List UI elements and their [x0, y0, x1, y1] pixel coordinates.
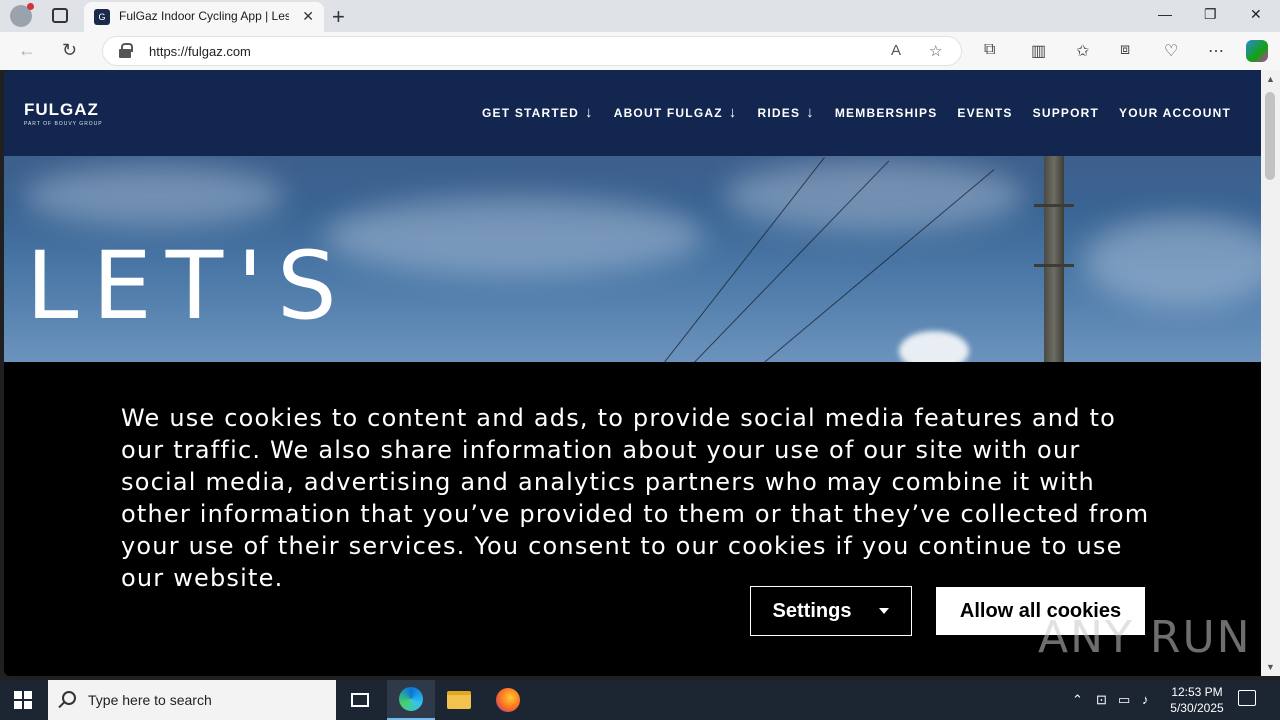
favorites-icon[interactable]: ✩: [1076, 41, 1089, 61]
profile-avatar-icon[interactable]: [10, 3, 34, 27]
scroll-up-icon[interactable]: ▲: [1266, 74, 1275, 84]
copilot-icon[interactable]: [1246, 40, 1268, 62]
nav-support[interactable]: SUPPORT: [1033, 104, 1099, 121]
browser-toolbar: ← ↻ https://fulgaz.com A ☆ ⧉ ▥ ✩ ⧈ ♡ ⋯: [0, 32, 1280, 70]
sky-cloud: [724, 161, 1024, 231]
nav-your-account[interactable]: YOUR ACCOUNT: [1119, 104, 1231, 121]
sky-cloud: [324, 196, 704, 276]
utility-pole: [1044, 156, 1064, 362]
system-clock[interactable]: 12:53 PM 5/30/2025: [1162, 684, 1232, 716]
page-viewport: FULGAZ PART OF BOUVY GROUP GET STARTED ↓ …: [4, 70, 1261, 676]
browser-essentials-icon[interactable]: ♡: [1164, 41, 1178, 61]
nav-events[interactable]: EVENTS: [957, 104, 1012, 121]
tray-chevron-icon[interactable]: ⌃: [1072, 692, 1083, 708]
arrow-down-icon: ↓: [585, 104, 594, 121]
browser-tab-bar: G FulGaz Indoor Cycling App | Less ✕ + —…: [0, 0, 1280, 32]
nav-label: SUPPORT: [1032, 105, 1100, 120]
hero-title: LET'S: [26, 232, 351, 341]
tab-title: FulGaz Indoor Cycling App | Less: [119, 9, 289, 23]
taskbar-file-explorer[interactable]: [435, 680, 483, 720]
favorite-star-icon[interactable]: ☆: [929, 42, 942, 60]
edge-icon: [399, 687, 423, 711]
restore-button[interactable]: ❐: [1204, 6, 1217, 23]
scroll-thumb[interactable]: [1265, 92, 1275, 180]
minimize-button[interactable]: —: [1158, 6, 1172, 22]
settings-label: Settings: [772, 599, 852, 622]
nav-about-fulgaz[interactable]: ABOUT FULGAZ ↓: [614, 104, 738, 121]
nav-label: EVENTS: [957, 105, 1013, 120]
network-icon[interactable]: ▭: [1118, 692, 1130, 708]
split-screen-icon[interactable]: ▥: [1031, 41, 1046, 61]
windows-start-icon[interactable]: [14, 691, 32, 709]
more-menu-icon[interactable]: ⋯: [1208, 41, 1224, 61]
folder-icon: [447, 691, 471, 709]
taskbar-firefox[interactable]: [484, 680, 532, 720]
clock-time: 12:53 PM: [1171, 685, 1223, 699]
browser-tab-active[interactable]: G FulGaz Indoor Cycling App | Less ✕: [84, 2, 324, 32]
back-icon[interactable]: ←: [18, 40, 36, 61]
fulgaz-logo[interactable]: FULGAZ PART OF BOUVY GROUP: [24, 100, 103, 127]
nav-label: MEMBERSHIPS: [834, 105, 938, 120]
url-text[interactable]: https://fulgaz.com: [149, 44, 251, 59]
nav-label: GET STARTED: [482, 105, 579, 120]
caret-down-icon: [879, 608, 890, 614]
nav-label: RIDES: [757, 105, 801, 120]
nav-rides[interactable]: RIDES ↓: [757, 104, 814, 121]
windows-taskbar: Type here to search ⌃ ⊡ ▭ ♪ 12:53 PM 5/3…: [0, 680, 1280, 720]
read-aloud-icon[interactable]: A: [891, 42, 901, 59]
hero-banner: LET'S: [4, 156, 1261, 362]
clock-date: 5/30/2025: [1170, 701, 1224, 715]
cookie-settings-button[interactable]: Settings: [750, 586, 912, 636]
anyrun-watermark: ANY RUN: [1038, 612, 1252, 663]
arrow-down-icon: ↓: [806, 104, 815, 121]
taskbar-search[interactable]: Type here to search: [48, 680, 336, 720]
sky-cloud: [899, 331, 969, 362]
task-view-icon: [351, 693, 369, 707]
scroll-down-icon[interactable]: ▼: [1266, 662, 1275, 672]
arrow-down-icon: ↓: [728, 104, 738, 121]
cookie-banner: We use cookies to content and ads, to pr…: [4, 362, 1261, 676]
firefox-icon: [496, 688, 520, 712]
main-nav: GET STARTED ↓ ABOUT FULGAZ ↓ RIDES ↓ MEMBER…: [482, 104, 1231, 121]
tray-device-icon[interactable]: ⊡: [1096, 692, 1107, 708]
collections-icon[interactable]: ⧈: [1120, 41, 1130, 59]
extensions-icon[interactable]: ⧉: [984, 41, 995, 59]
tab-close-icon[interactable]: ✕: [302, 8, 314, 25]
volume-icon[interactable]: ♪: [1142, 692, 1149, 707]
notification-icon[interactable]: [1238, 690, 1256, 706]
nav-get-started[interactable]: GET STARTED ↓: [482, 104, 594, 121]
logo-wordmark: FULGAZ: [24, 100, 99, 119]
pole-arm: [1034, 264, 1074, 267]
taskbar-edge[interactable]: [387, 680, 435, 720]
new-tab-button[interactable]: +: [332, 4, 345, 30]
search-icon: [62, 691, 76, 705]
search-placeholder: Type here to search: [88, 692, 212, 708]
pole-arm: [1034, 204, 1074, 207]
tab-actions-icon[interactable]: [52, 8, 68, 23]
task-view-button[interactable]: [336, 680, 384, 720]
page-scrollbar[interactable]: ▲ ▼: [1261, 70, 1280, 676]
sky-cloud: [24, 166, 284, 226]
nav-label: ABOUT FULGAZ: [613, 105, 723, 120]
refresh-icon[interactable]: ↻: [62, 40, 77, 61]
nav-label: YOUR ACCOUNT: [1119, 105, 1231, 120]
cookie-message: We use cookies to content and ads, to pr…: [121, 404, 1150, 592]
logo-tagline: PART OF BOUVY GROUP: [24, 121, 103, 127]
site-favicon-icon: G: [94, 9, 110, 25]
nav-memberships[interactable]: MEMBERSHIPS: [835, 104, 938, 121]
site-header: FULGAZ PART OF BOUVY GROUP GET STARTED ↓ …: [4, 70, 1261, 156]
sky-cloud: [1084, 216, 1261, 306]
address-bar[interactable]: https://fulgaz.com A ☆: [102, 36, 962, 66]
lock-icon[interactable]: [119, 43, 133, 58]
close-window-button[interactable]: ✕: [1250, 6, 1262, 23]
